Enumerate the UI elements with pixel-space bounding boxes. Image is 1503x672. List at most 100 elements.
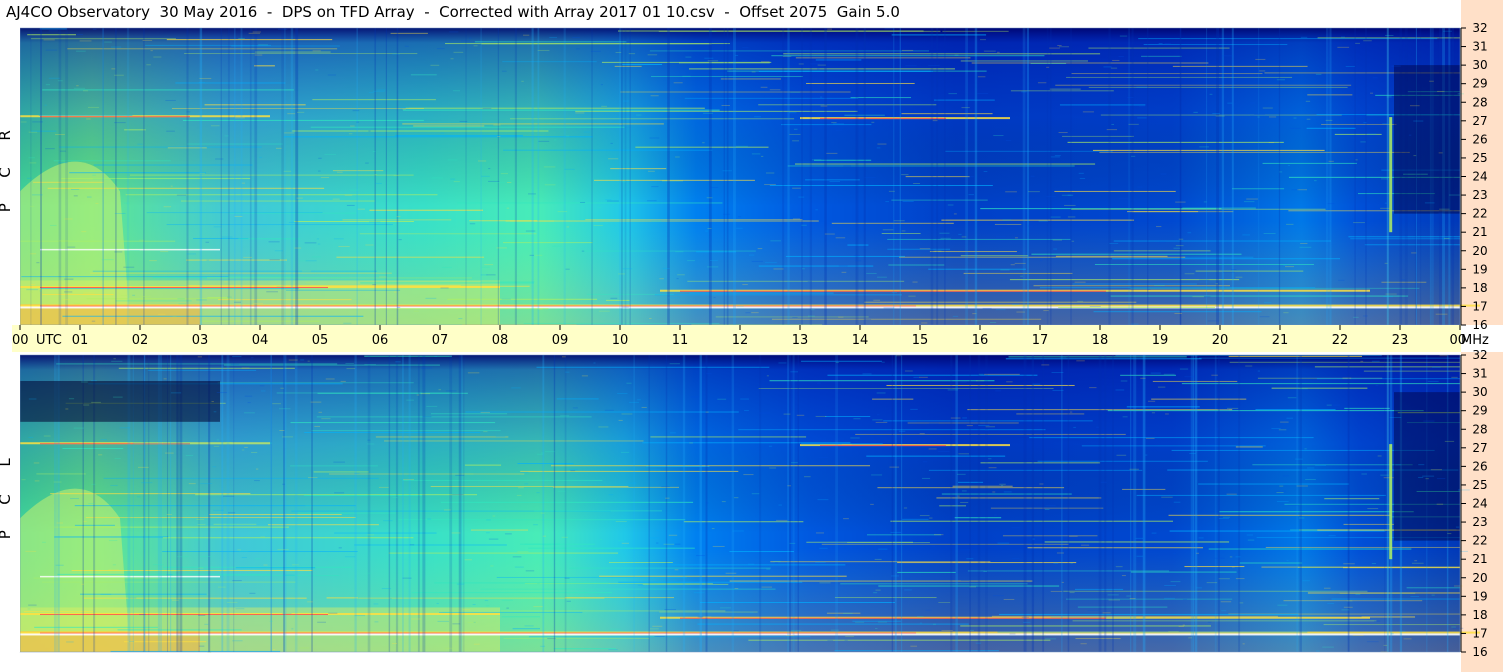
texture-dot [1431, 594, 1435, 596]
texture-dot [961, 107, 970, 109]
texture-dot [1245, 365, 1253, 367]
texture-dot [311, 256, 321, 258]
texture-dot [1010, 264, 1015, 266]
texture-dot [213, 445, 220, 447]
texture-dot [1268, 116, 1277, 118]
streak [864, 301, 1137, 303]
texture-dot [1295, 458, 1303, 460]
texture-dot [969, 586, 976, 588]
time-tick-label: 08 [492, 333, 509, 348]
streak [430, 413, 508, 415]
texture-dot [793, 128, 798, 130]
freq-tick-label: 28 [1472, 422, 1487, 436]
texture-dot [277, 28, 288, 30]
texture-dot [250, 357, 254, 359]
texture-dot [254, 558, 261, 560]
streak [805, 179, 860, 181]
texture-dot [1037, 82, 1047, 84]
texture-dot [223, 495, 235, 497]
vertical-streak [356, 28, 358, 325]
vertical-streak [705, 355, 708, 652]
vertical-streak [226, 355, 230, 652]
texture-dot [565, 268, 570, 270]
texture-dot [83, 521, 87, 523]
vertical-streak [624, 28, 627, 325]
texture-dot [520, 471, 529, 473]
texture-dot [1089, 305, 1101, 307]
texture-dot [677, 274, 685, 276]
texture-dot [210, 125, 220, 127]
texture-dot [113, 396, 123, 398]
texture-dot [1192, 296, 1204, 298]
texture-dot [819, 547, 828, 549]
streak [963, 272, 1073, 274]
texture-dot [344, 556, 356, 558]
signal-band-hot [40, 305, 916, 307]
texture-dot [978, 425, 990, 427]
streak [1027, 547, 1204, 549]
texture-dot [790, 371, 799, 373]
texture-dot [66, 641, 74, 643]
streak [901, 113, 993, 115]
streak [86, 298, 231, 300]
freq-tick-label: 22 [1472, 534, 1487, 548]
texture-dot [53, 481, 62, 483]
texture-dot [28, 436, 34, 438]
texture-dot [621, 181, 627, 183]
texture-dot [464, 473, 474, 475]
texture-dot [1425, 478, 1429, 480]
texture-dot [452, 623, 461, 625]
texture-dot [1021, 91, 1027, 93]
texture-dot [922, 461, 928, 463]
texture-dot [1304, 448, 1307, 450]
texture-dot [711, 528, 715, 530]
texture-dot [1151, 412, 1155, 414]
texture-dot [226, 601, 238, 603]
texture-dot [383, 520, 393, 522]
streak [608, 562, 673, 564]
texture-dot [160, 251, 169, 253]
streak [1072, 283, 1197, 285]
streak [83, 597, 307, 599]
texture-dot [1384, 262, 1388, 264]
texture-dot [733, 630, 739, 632]
texture-dot [1127, 96, 1134, 98]
texture-dot [1223, 271, 1235, 273]
texture-dot [67, 246, 76, 248]
texture-dot [961, 236, 967, 238]
texture-dot [1111, 123, 1115, 125]
texture-dot [307, 601, 313, 603]
texture-dot [961, 490, 967, 492]
texture-dot [284, 132, 295, 134]
texture-dot [1346, 600, 1353, 602]
streak [1198, 483, 1350, 485]
texture-dot [186, 253, 196, 255]
texture-dot [576, 48, 580, 50]
texture-dot [572, 36, 580, 38]
texture-dot [521, 80, 524, 82]
texture-dot [1106, 129, 1118, 131]
texture-dot [100, 438, 107, 440]
texture-dot [1205, 443, 1216, 445]
texture-dot [544, 184, 556, 186]
polarization-letter: C [0, 167, 14, 177]
time-tick-label: 23 [1392, 333, 1409, 348]
texture-dot [1115, 566, 1123, 568]
texture-dot [482, 107, 492, 109]
vertical-streak [936, 28, 939, 325]
texture-dot [260, 390, 266, 392]
texture-dot [1021, 616, 1030, 618]
texture-dot [434, 355, 438, 357]
streak [928, 469, 1143, 471]
texture-dot [766, 375, 769, 377]
texture-dot [919, 622, 923, 624]
texture-dot [438, 389, 441, 391]
texture-dot [910, 408, 918, 410]
time-tick-label: 03 [192, 333, 209, 348]
texture-dot [437, 620, 449, 622]
texture-dot [703, 112, 713, 114]
texture-dot [170, 392, 182, 394]
texture-dot [1002, 219, 1012, 221]
texture-dot [112, 564, 117, 566]
streak [758, 70, 934, 72]
